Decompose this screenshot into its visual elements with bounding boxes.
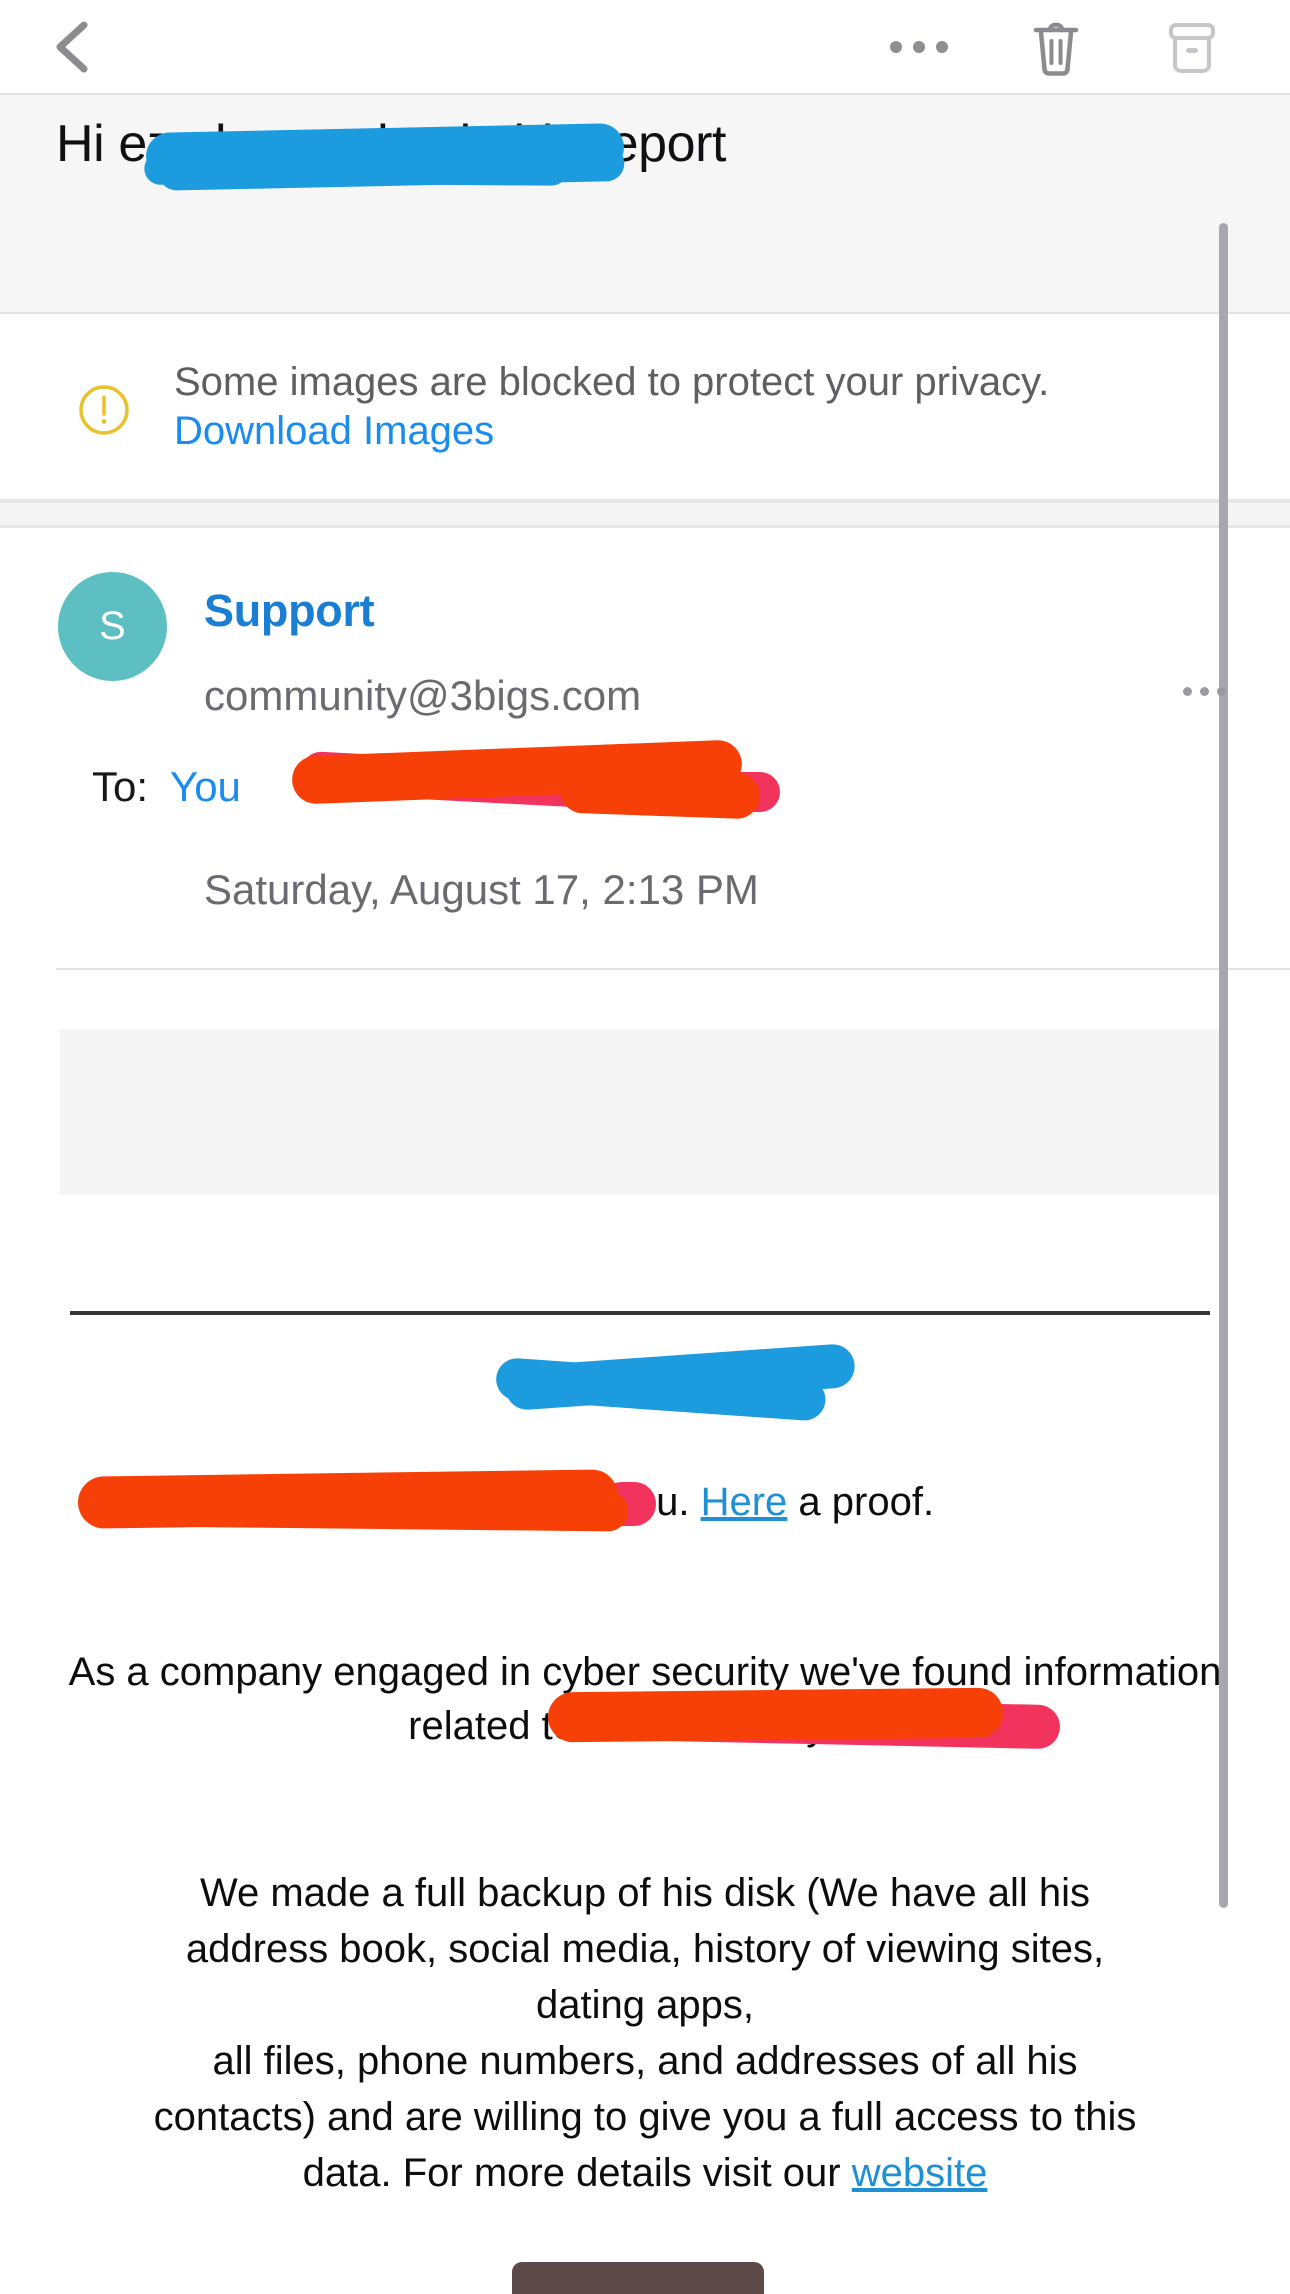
images-blocked-banner: Some images are blocked to protect your … [0, 314, 1290, 499]
backup-line-5: contacts) and are willing to give you a … [153, 2095, 1137, 2139]
body-cyber-part2: that interest you. [586, 1704, 882, 1749]
download-images-link[interactable]: Download Images [174, 409, 494, 453]
recipient-row: To: You [92, 763, 249, 811]
banner-separator-band [0, 503, 1290, 525]
subject-line: Hi ez please check this report [56, 115, 727, 173]
here-link[interactable]: Here [701, 1480, 788, 1524]
trash-icon[interactable] [1028, 16, 1084, 78]
images-blocked-message: Some images are blocked to protect your … [174, 359, 1050, 404]
sender-name[interactable]: Support [204, 585, 375, 637]
backup-line-6: data. For more details visit our [302, 2151, 852, 2195]
back-icon[interactable] [48, 19, 94, 75]
backup-line-4: all files, phone numbers, and addresses … [212, 2039, 1078, 2083]
blocked-image-placeholder [60, 1029, 1225, 1195]
body-cheat-text: is cheating on you. [355, 1480, 701, 1524]
horizontal-rule [70, 1311, 1210, 1315]
images-blocked-text: Some images are blocked to protect your … [174, 358, 1174, 456]
archive-icon[interactable] [1164, 17, 1220, 77]
website-link[interactable]: website [852, 2151, 988, 2195]
body-greeting: Hi [60, 1355, 1230, 1409]
scrollbar-thumb[interactable] [1219, 223, 1228, 1908]
cta-button[interactable] [512, 2262, 764, 2294]
scrollbar-track[interactable] [1219, 95, 1260, 1908]
message-date: Saturday, August 17, 2:13 PM [204, 866, 759, 913]
subject-block: Hi ez please check this report [0, 95, 1290, 312]
body-paragraph-cheat: is cheating on you. Here a proof. [60, 1475, 1230, 1529]
three-dots-glyph [890, 27, 948, 67]
more-options-icon[interactable] [890, 27, 948, 67]
avatar: S [58, 572, 167, 681]
body-cheat-suffix: a proof. [787, 1480, 935, 1524]
backup-line-1: We made a full backup of his disk (We ha… [199, 1871, 1091, 1915]
backup-line-2: address book, social media, history of v… [185, 1927, 1105, 1971]
backup-line-3: dating apps, [536, 1983, 754, 2027]
email-message-screen: Hi ez please check this report Some imag… [0, 0, 1290, 2294]
toolbar-right-group [890, 0, 1290, 93]
sender-email: community@3bigs.com [204, 672, 642, 719]
toolbar-left-group [0, 19, 94, 75]
recipient-label: To: [92, 763, 149, 810]
body-greeting-text: Hi [626, 1360, 664, 1404]
recipient-value[interactable]: You [170, 763, 241, 811]
message-actions-icon[interactable] [1183, 683, 1226, 701]
top-toolbar [0, 0, 1290, 93]
body-paragraph-backup: We made a full backup of his disk (We ha… [60, 1865, 1230, 2201]
body-paragraph-cyber: As a company engaged in cyber security w… [60, 1645, 1230, 1754]
exclamation-circle-icon [78, 384, 130, 436]
